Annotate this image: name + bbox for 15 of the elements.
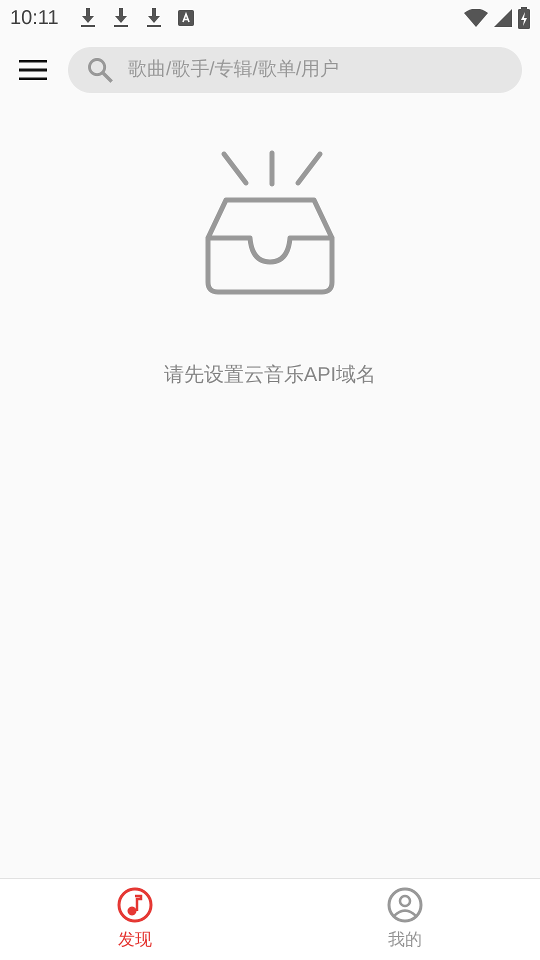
signal-icon xyxy=(494,9,512,27)
download-icon xyxy=(144,8,163,28)
person-icon xyxy=(387,886,423,923)
search-field[interactable]: 歌曲/歌手/专辑/歌单/用户 xyxy=(68,47,522,93)
download-icon xyxy=(112,8,130,28)
nav-tab[interactable]: 我的 xyxy=(270,879,540,960)
nav-tab[interactable]: 发现 xyxy=(0,879,270,960)
wifi-icon xyxy=(464,9,488,27)
download-icon xyxy=(78,8,97,28)
text-icon xyxy=(178,10,194,26)
music-note-icon xyxy=(117,886,153,923)
empty-message: 请先设置云音乐API域名 xyxy=(164,363,376,388)
battery-icon xyxy=(518,7,530,29)
status-time: 10:11 xyxy=(10,6,59,31)
search-icon xyxy=(86,56,114,84)
